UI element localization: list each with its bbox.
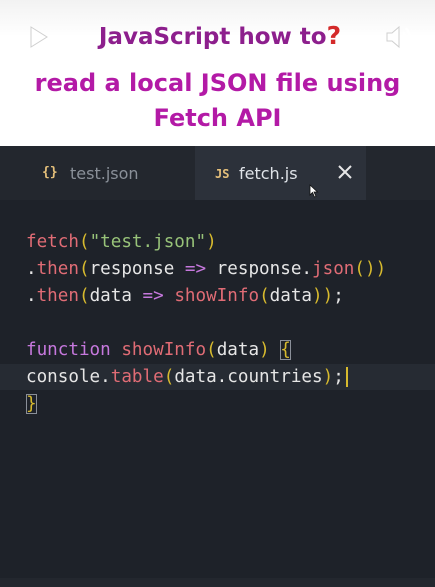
text-caret xyxy=(345,367,348,387)
code-token: showInfo xyxy=(121,340,207,360)
code-line: .then(response => response.json()) xyxy=(26,256,386,282)
title-line-2: read a local JSON file using xyxy=(34,69,401,97)
code-line: fetch("test.json") xyxy=(26,229,217,255)
code-token: } xyxy=(26,394,37,414)
tab-close-button[interactable] xyxy=(335,162,355,182)
code-token: response. xyxy=(206,259,313,279)
code-token: then xyxy=(36,286,79,306)
code-token: ; xyxy=(333,367,344,387)
code-token: => xyxy=(184,259,207,279)
title-line-1: JavaScript how to? xyxy=(70,21,370,50)
code-token: ; xyxy=(333,286,344,306)
code-token: ( xyxy=(206,340,217,360)
js-file-icon: JS xyxy=(215,167,230,181)
code-token: fetch xyxy=(26,232,79,252)
code-line: } xyxy=(26,391,37,417)
code-token: )) xyxy=(312,286,334,306)
tab-fetch-js[interactable]: JS fetch.js xyxy=(195,146,366,200)
editor-tab-bar: {} test.json JS fetch.js xyxy=(0,146,435,200)
bottom-bar xyxy=(0,578,435,587)
code-token: data xyxy=(89,286,143,306)
code-token: showInfo xyxy=(174,286,260,306)
code-token: ) xyxy=(375,259,387,279)
code-token: . xyxy=(26,259,37,279)
code-line: .then(data => showInfo(data)); xyxy=(26,283,344,309)
tab-label-test-json: test.json xyxy=(70,164,139,183)
code-token: ( xyxy=(78,259,90,279)
code-token: { xyxy=(280,340,291,360)
play-button[interactable] xyxy=(28,24,50,50)
code-token: ) xyxy=(206,232,217,252)
mouse-pointer-icon xyxy=(309,184,319,198)
tab-label-fetch-js: fetch.js xyxy=(239,164,298,183)
code-token: console. xyxy=(26,367,111,387)
volume-icon xyxy=(386,25,411,49)
code-line: console.table(data.countries); xyxy=(26,364,348,390)
code-token: ( xyxy=(259,286,270,306)
json-file-icon: {} xyxy=(42,165,58,180)
play-icon xyxy=(30,26,48,48)
title-panel: JavaScript how to? read a local JSON fil… xyxy=(0,0,435,146)
code-token: ( xyxy=(163,367,175,387)
code-line: function showInfo(data) { xyxy=(26,337,291,363)
code-token: table xyxy=(110,367,164,387)
code-token: () xyxy=(354,259,376,279)
code-editor[interactable]: fetch("test.json") .then(response => resp… xyxy=(0,200,435,587)
close-icon xyxy=(338,165,352,179)
question-mark-icon: ? xyxy=(326,21,342,50)
code-token: ) xyxy=(259,340,281,360)
volume-button[interactable] xyxy=(383,23,415,51)
title-line-1-text: JavaScript how to xyxy=(98,24,327,50)
code-token: then xyxy=(36,259,79,279)
code-token: data xyxy=(269,286,313,306)
code-token: response xyxy=(89,259,185,279)
code-token: ) xyxy=(322,367,334,387)
code-token: . xyxy=(26,286,37,306)
code-token: => xyxy=(142,286,164,306)
code-token: data xyxy=(216,340,260,360)
video-frame: JavaScript how to? read a local JSON fil… xyxy=(0,0,435,587)
tab-test-json[interactable]: {} test.json xyxy=(12,146,195,200)
code-token: ( xyxy=(78,232,90,252)
title-line-3: Fetch API xyxy=(153,104,282,132)
code-token: json xyxy=(312,259,355,279)
code-token: function xyxy=(26,340,111,360)
code-token: ( xyxy=(78,286,90,306)
code-token: data.countries xyxy=(174,367,323,387)
code-token: "test.json" xyxy=(89,232,207,252)
